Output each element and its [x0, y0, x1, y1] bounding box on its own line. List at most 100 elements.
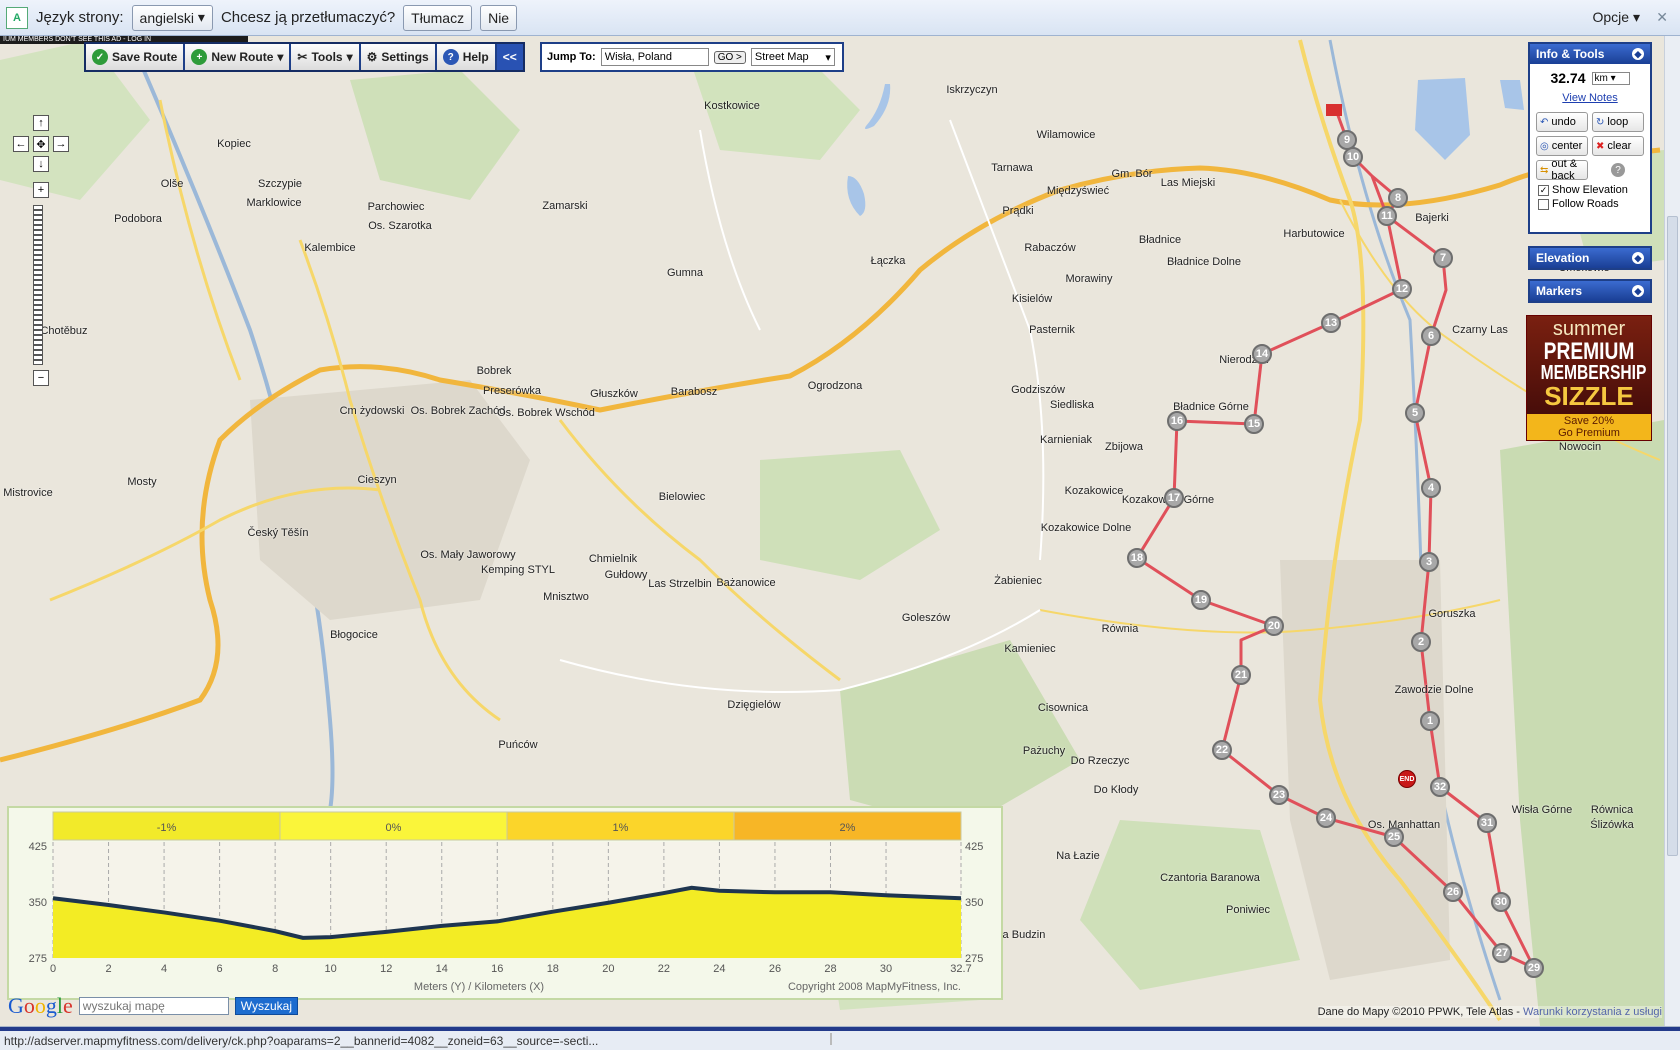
map-search-input[interactable] — [78, 997, 229, 1015]
route-waypoint-marker[interactable]: 16 — [1167, 411, 1187, 431]
map-place-label: Puńców — [498, 739, 538, 751]
google-search: Google Wyszukaj — [8, 993, 299, 1019]
undo-button[interactable]: ↶ undo — [1536, 112, 1588, 132]
map-place-label: Karnieniak — [1040, 434, 1092, 446]
route-waypoint-marker[interactable]: 22 — [1212, 740, 1232, 760]
markers-panel[interactable]: Markers ◆ — [1528, 279, 1652, 303]
route-waypoint-marker[interactable]: 5 — [1405, 403, 1425, 423]
toggle-icon[interactable]: ◆ — [1632, 252, 1644, 264]
zoom-slider[interactable] — [33, 205, 43, 365]
route-waypoint-marker[interactable]: 17 — [1164, 488, 1184, 508]
route-waypoint-marker[interactable]: 20 — [1264, 616, 1284, 636]
map-place-label: Równia — [1101, 623, 1139, 635]
clear-icon: ✖ — [1596, 140, 1605, 152]
scrollbar-thumb[interactable] — [1667, 216, 1678, 856]
new-route-button[interactable]: + New Route ▾ — [185, 44, 292, 70]
zoom-out-icon[interactable]: − — [33, 370, 49, 386]
translate-bar: A Język strony: angielski ▾ Chcesz ją pr… — [0, 0, 1680, 36]
go-button[interactable]: GO > — [713, 50, 746, 64]
translate-button[interactable]: Tłumacz — [403, 4, 473, 31]
route-waypoint-marker[interactable]: 23 — [1269, 785, 1289, 805]
route-waypoint-marker[interactable]: 3 — [1419, 552, 1439, 572]
center-button[interactable]: ◎ center — [1536, 136, 1588, 156]
help-button[interactable]: ? Help — [436, 44, 497, 70]
x-tick-label: 4 — [161, 963, 167, 975]
pan-left-icon[interactable]: ← — [13, 136, 29, 152]
loop-button[interactable]: ↻ loop — [1592, 112, 1644, 132]
map-place-label: Pażuchy — [1022, 745, 1066, 757]
route-waypoint-marker[interactable]: 2 — [1411, 632, 1431, 652]
route-waypoint-marker[interactable]: 10 — [1343, 147, 1363, 167]
pan-up-icon[interactable]: ↑ — [33, 115, 49, 131]
info-tools-header[interactable]: Info & Tools ◆ — [1530, 44, 1650, 64]
language-select[interactable]: angielski ▾ — [131, 4, 213, 31]
route-waypoint-marker[interactable]: 13 — [1321, 313, 1341, 333]
close-icon[interactable]: ✕ — [1656, 9, 1668, 26]
vertical-scrollbar[interactable] — [1664, 36, 1680, 1026]
ad-footer: Save 20% Go Premium — [1527, 414, 1651, 440]
route-waypoint-marker[interactable]: 30 — [1491, 892, 1511, 912]
x-axis-label: Meters (Y) / Kilometers (X) — [414, 981, 544, 993]
map-place-label: Parchowiec — [367, 201, 425, 213]
route-waypoint-marker[interactable]: 14 — [1252, 344, 1272, 364]
status-bar: http://adserver.mapmyfitness.com/deliver… — [0, 1026, 1680, 1050]
pan-down-icon[interactable]: ↓ — [33, 156, 49, 172]
route-waypoint-marker[interactable]: 27 — [1492, 943, 1512, 963]
toggle-icon[interactable]: ◆ — [1632, 285, 1644, 297]
route-waypoint-marker[interactable]: 31 — [1477, 813, 1497, 833]
route-waypoint-marker[interactable]: 18 — [1127, 548, 1147, 568]
help-icon: ? — [442, 49, 459, 65]
translate-icon: A — [6, 6, 28, 29]
gear-icon: ⚙ — [366, 50, 378, 64]
no-button[interactable]: Nie — [480, 4, 518, 31]
route-waypoint-marker[interactable]: 8 — [1388, 188, 1408, 208]
route-end-marker[interactable]: END — [1398, 770, 1416, 788]
map-place-label: Czarny Las — [1452, 324, 1508, 336]
settings-button[interactable]: ⚙ Settings — [360, 44, 437, 70]
ad-save-text: Save 20% — [1563, 415, 1615, 427]
map-place-label: Głuszków — [590, 388, 638, 400]
route-waypoint-marker[interactable]: 29 — [1524, 958, 1544, 978]
follow-roads-checkbox[interactable]: Follow Roads — [1530, 198, 1650, 210]
premium-ad-banner[interactable]: summer PREMIUM MEMBERSHIP SIZZLE Save 20… — [1526, 315, 1652, 441]
route-waypoint-marker[interactable]: 25 — [1384, 827, 1404, 847]
map-place-label: Barabosz — [670, 386, 718, 398]
route-waypoint-marker[interactable]: 24 — [1316, 808, 1336, 828]
route-waypoint-marker[interactable]: 15 — [1244, 414, 1264, 434]
route-waypoint-marker[interactable]: 32 — [1430, 777, 1450, 797]
view-notes-link[interactable]: View Notes — [1530, 92, 1650, 104]
pan-center-icon[interactable]: ✥ — [33, 136, 49, 152]
show-elevation-checkbox[interactable]: ✓ Show Elevation — [1530, 184, 1650, 196]
terms-link[interactable]: Warunki korzystania z usługi — [1523, 1006, 1662, 1018]
out-back-button[interactable]: ⇆ out & back — [1536, 158, 1588, 182]
pan-right-icon[interactable]: → — [53, 136, 69, 152]
map-place-label: Do Kłody — [1093, 784, 1139, 796]
route-waypoint-marker[interactable]: 4 — [1421, 478, 1441, 498]
route-waypoint-marker[interactable]: 7 — [1433, 248, 1453, 268]
map-place-label: Kopiec — [217, 138, 251, 150]
route-waypoint-marker[interactable]: 21 — [1231, 665, 1251, 685]
tools-button[interactable]: ✂ Tools ▾ — [291, 44, 361, 70]
collapse-toolbar-button[interactable]: << — [496, 44, 523, 70]
map-place-label: Os. Bobrek Wschód — [497, 407, 595, 419]
route-waypoint-marker[interactable]: 11 — [1377, 206, 1397, 226]
map-place-label: Gm. Bór — [1111, 168, 1153, 180]
ad-go-premium: Go Premium — [1558, 427, 1620, 439]
route-waypoint-marker[interactable]: 6 — [1421, 326, 1441, 346]
clear-button[interactable]: ✖ clear — [1592, 136, 1644, 156]
zoom-in-icon[interactable]: + — [33, 182, 49, 198]
route-waypoint-marker[interactable]: 26 — [1443, 882, 1463, 902]
options-menu[interactable]: Opcje ▾ — [1593, 9, 1641, 26]
help-icon[interactable]: ? — [1592, 160, 1644, 180]
search-button[interactable]: Wyszukaj — [234, 997, 299, 1015]
route-waypoint-marker[interactable]: 19 — [1191, 590, 1211, 610]
save-route-button[interactable]: ✓ Save Route — [86, 44, 186, 70]
unit-select[interactable]: km ▾ — [1591, 71, 1630, 85]
route-waypoint-marker[interactable]: 1 — [1420, 711, 1440, 731]
map-place-label: Międzyświeć — [1046, 185, 1110, 197]
map-type-select[interactable]: Street Map ▾ — [750, 48, 835, 66]
elevation-panel[interactable]: Elevation ◆ — [1528, 246, 1652, 270]
toggle-icon[interactable]: ◆ — [1632, 48, 1644, 60]
route-waypoint-marker[interactable]: 12 — [1392, 279, 1412, 299]
jump-to-input[interactable] — [600, 48, 709, 66]
